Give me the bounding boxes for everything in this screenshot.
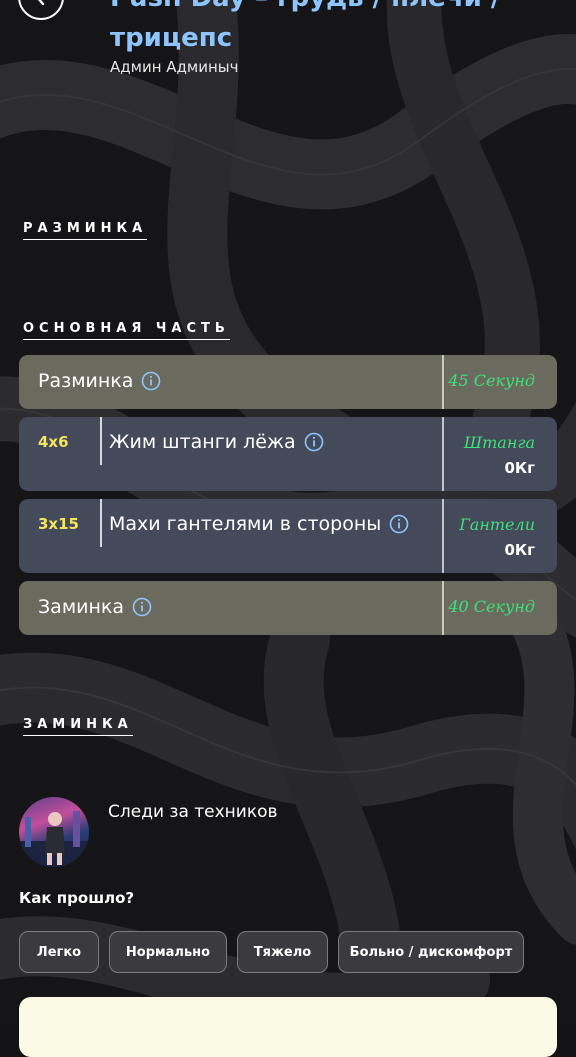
feedback-normal-button[interactable]: Нормально (109, 931, 227, 973)
workout-title-line2: трицепс (110, 23, 233, 53)
feedback-hard-button[interactable]: Тяжело (237, 931, 328, 973)
weight-label: 0Кг (504, 459, 535, 477)
feedback-question: Как прошло? (19, 889, 135, 907)
back-arrow-icon (37, 0, 45, 6)
info-icon[interactable] (304, 432, 324, 452)
info-icon[interactable] (389, 514, 409, 534)
avatar[interactable] (19, 797, 89, 867)
exercise-name: Разминка (38, 370, 134, 392)
exercise-card-cooldown[interactable]: Заминка 40 Секунд (19, 581, 557, 635)
sets-divider (100, 417, 102, 465)
follow-text: Следи за техников (108, 802, 278, 822)
section-main: ОСНОВНАЯ ЧАСТЬ (23, 321, 230, 340)
sets-reps: 3x15 (38, 515, 79, 533)
bottom-panel[interactable] (19, 997, 557, 1057)
sets-reps: 4x6 (38, 433, 69, 451)
duration-label: 45 Секунд (448, 371, 535, 390)
card-divider (442, 581, 444, 635)
exercise-card-lateral-raise[interactable]: 3x15 Махи гантелями в стороны Гантели 0К… (19, 499, 557, 573)
card-divider (442, 355, 444, 409)
duration-label: 40 Секунд (448, 597, 535, 616)
exercise-name: Жим штанги лёжа (109, 431, 296, 453)
feedback-pain-button[interactable]: Больно / дискомфорт (338, 931, 524, 973)
exercise-card-warmup[interactable]: Разминка 45 Секунд (19, 355, 557, 409)
section-cooldown: ЗАМИНКА (23, 717, 133, 736)
feedback-easy-button[interactable]: Легко (19, 931, 99, 973)
section-warmup: РАЗМИНКА (23, 221, 148, 240)
exercise-name: Махи гантелями в стороны (109, 513, 382, 535)
workout-title: Push Day – грудь / плечи / трицепс (110, 0, 550, 58)
exercise-name: Заминка (38, 596, 125, 618)
info-icon[interactable] (141, 371, 161, 391)
equipment-label: Гантели (459, 515, 535, 534)
info-icon[interactable] (132, 597, 152, 617)
back-button[interactable] (18, 0, 64, 20)
avatar-image (19, 811, 89, 867)
workout-title-line1: Push Day – грудь / плечи / (110, 0, 550, 18)
sets-divider (100, 499, 102, 547)
author-name: Админ Админыч (110, 58, 239, 76)
card-divider (442, 417, 444, 491)
card-divider (442, 499, 444, 573)
equipment-label: Штанга (463, 433, 535, 452)
exercise-card-bench-press[interactable]: 4x6 Жим штанги лёжа Штанга 0Кг (19, 417, 557, 491)
weight-label: 0Кг (504, 541, 535, 559)
